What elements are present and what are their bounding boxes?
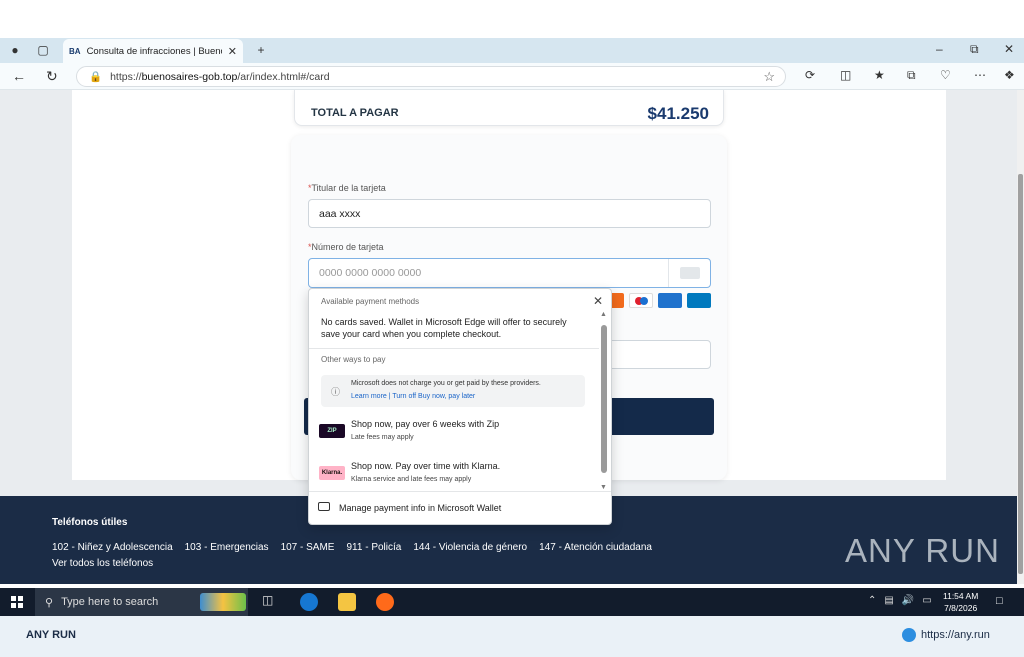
popup-scrollbar[interactable]: ▲ ▼ <box>600 311 608 491</box>
search-placeholder: Type here to search <box>61 596 159 608</box>
more-menu-icon[interactable]: ⋯ <box>974 68 986 82</box>
collections-icon[interactable]: ⧉ <box>907 68 916 83</box>
anyrun-url: https://any.run <box>921 629 990 641</box>
card-brands <box>600 293 711 308</box>
globe-icon <box>902 628 916 642</box>
tab-title: Consulta de infracciones | Buenos <box>86 45 222 57</box>
manage-wallet-text: Manage payment info in Microsoft Wallet <box>339 503 502 513</box>
url-text: https://buenosaires-gob.top/ar/index.htm… <box>110 70 330 83</box>
note-links[interactable]: Learn more | Turn off Buy now, pay later <box>351 393 475 400</box>
edge-wallet-popup: Available payment methods ✕ No cards sav… <box>308 288 612 525</box>
windows-start-icon[interactable] <box>11 596 23 608</box>
phone-list: 102 - Niñez y Adolescencia 103 - Emergen… <box>52 542 652 553</box>
anyrun-watermark: ANY RUN <box>845 532 1000 569</box>
diners-icon <box>687 293 711 308</box>
back-icon[interactable]: ← <box>12 68 26 84</box>
firefox-icon[interactable] <box>376 593 394 611</box>
provider-note: ⓘ Microsoft does not charge you or get p… <box>321 375 585 407</box>
tray-chevron-icon[interactable]: ⌃ <box>868 595 876 606</box>
footer-title: Teléfonos útiles <box>52 517 128 528</box>
restore-icon[interactable]: ⧉ <box>970 42 979 57</box>
workspaces-icon[interactable]: ▢ <box>34 42 52 58</box>
klarna-title: Shop now. Pay over time with Klarna. <box>351 461 501 471</box>
system-tray: ⌃ ▤ 🔊 ▭ <box>868 595 932 606</box>
extensions-icon[interactable]: ⟳ <box>805 68 815 82</box>
total-amount: $41.250 <box>647 104 709 123</box>
browser-tab-bar: ● ▢ BA Consulta de infracciones | Buenos… <box>0 38 1024 63</box>
zip-option[interactable]: ZIP Shop now, pay over 6 weeks with Zip … <box>319 416 589 448</box>
info-icon: ⓘ <box>331 387 341 397</box>
zip-subtitle: Late fees may apply <box>351 434 414 441</box>
klarna-logo-icon: Klarna. <box>319 466 345 480</box>
taskbar-image-icon[interactable] <box>200 593 246 611</box>
other-ways-label: Other ways to pay <box>321 355 386 364</box>
phone-link[interactable]: 147 - Atención ciudadana <box>539 542 652 553</box>
browser-tab[interactable]: BA Consulta de infracciones | Buenos ✕ <box>63 39 243 63</box>
total-card: TOTAL A PAGAR $41.250 <box>294 90 724 126</box>
browser-essentials-icon[interactable]: ♡ <box>940 68 951 82</box>
amex-icon <box>658 293 682 308</box>
note-text: Microsoft does not charge you or get pai… <box>351 380 541 387</box>
scroll-down-icon[interactable]: ▼ <box>600 484 607 491</box>
address-bar-row: ← ↻ 🔒 https://buenosaires-gob.top/ar/ind… <box>0 63 1024 90</box>
profile-icon[interactable]: ● <box>6 42 24 58</box>
scroll-thumb[interactable] <box>601 325 607 473</box>
close-window-icon[interactable]: ✕ <box>1004 42 1014 56</box>
top-margin <box>0 0 1024 38</box>
card-number-input[interactable]: 0000 0000 0000 0000 <box>308 258 711 288</box>
all-phones-link[interactable]: Ver todos los teléfonos <box>52 558 153 569</box>
maestro-icon <box>629 293 653 308</box>
clock-date: 7/8/2026 <box>944 603 978 613</box>
new-tab-icon[interactable]: + <box>252 42 270 58</box>
favorite-star-icon[interactable]: ☆ <box>763 69 775 85</box>
wallet-message: No cards saved. Wallet in Microsoft Edge… <box>321 317 567 339</box>
display-icon[interactable]: ▭ <box>922 595 931 606</box>
manage-wallet-link[interactable]: Manage payment info in Microsoft Wallet <box>309 491 611 524</box>
total-label: TOTAL A PAGAR <box>311 107 399 119</box>
phone-link[interactable]: 911 - Policía <box>346 542 401 553</box>
close-tab-icon[interactable]: ✕ <box>228 45 237 58</box>
refresh-icon[interactable]: ↻ <box>46 68 58 85</box>
phone-link[interactable]: 103 - Emergencias <box>185 542 269 553</box>
clock-time: 11:54 AM <box>943 591 979 601</box>
phone-link[interactable]: 107 - SAME <box>281 542 335 553</box>
notifications-icon[interactable]: □ <box>996 595 1003 607</box>
edge-icon[interactable] <box>300 593 318 611</box>
divider <box>309 348 599 349</box>
network-icon[interactable]: ▤ <box>884 595 893 606</box>
lock-icon: 🔒 <box>89 71 103 83</box>
close-icon[interactable]: ✕ <box>593 294 603 308</box>
page-scroll-thumb[interactable] <box>1018 174 1023 574</box>
minimize-icon[interactable]: – <box>936 42 943 56</box>
file-explorer-icon[interactable] <box>338 593 356 611</box>
page-scrollbar[interactable] <box>1017 90 1024 584</box>
anyrun-logo: ANY RUN <box>26 629 76 641</box>
scroll-up-icon[interactable]: ▲ <box>600 311 607 318</box>
card-icon <box>668 259 710 287</box>
klarna-option[interactable]: Klarna. Shop now. Pay over time with Kla… <box>319 458 589 490</box>
wallet-header: Available payment methods <box>321 297 420 306</box>
copilot-icon[interactable]: ❖ <box>1004 68 1015 82</box>
zip-title: Shop now, pay over 6 weeks with Zip <box>351 419 500 429</box>
wallet-icon <box>318 502 330 511</box>
windows-taskbar: ⚲ Type here to search ◫ ⌃ ▤ 🔊 ▭ 11:54 AM… <box>0 588 1024 616</box>
klarna-subtitle: Klarna service and late fees may apply <box>351 476 472 483</box>
tab-favicon: BA <box>69 46 81 56</box>
cardholder-input[interactable]: aaa xxxx <box>308 199 711 228</box>
phone-link[interactable]: 144 - Violencia de género <box>413 542 527 553</box>
taskbar-clock[interactable]: 11:54 AM 7/8/2026 <box>943 590 978 614</box>
task-view-icon[interactable]: ◫ <box>262 593 280 611</box>
card-number-label: *Número de tarjeta <box>308 242 384 252</box>
cardholder-label: *Titular de la tarjeta <box>308 183 386 193</box>
split-screen-icon[interactable]: ◫ <box>840 68 851 82</box>
phone-link[interactable]: 102 - Niñez y Adolescencia <box>52 542 173 553</box>
favorites-icon[interactable]: ★ <box>874 68 885 82</box>
url-field[interactable]: 🔒 https://buenosaires-gob.top/ar/index.h… <box>76 66 786 87</box>
anyrun-link[interactable]: https://any.run <box>902 628 990 642</box>
volume-icon[interactable]: 🔊 <box>902 595 914 606</box>
anyrun-brand-bar: ANY RUN https://any.run <box>0 616 1024 657</box>
search-icon: ⚲ <box>45 596 54 609</box>
zip-logo-icon: ZIP <box>319 424 345 438</box>
